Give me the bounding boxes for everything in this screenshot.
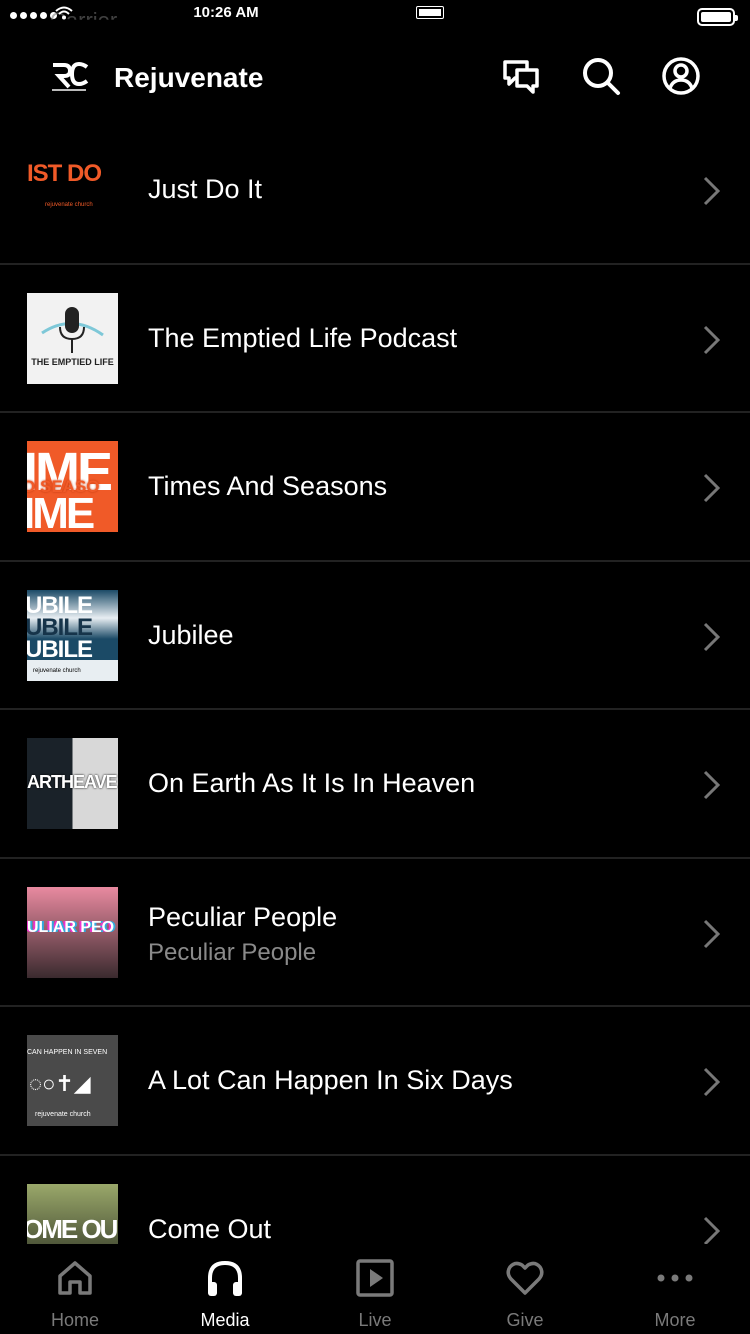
thumbnail-caption: rejuvenate church — [35, 1111, 91, 1118]
series-title: Just Do It — [148, 174, 263, 204]
series-thumbnail: CAN HAPPEN IN SEVEN ◌○✝◢ rejuvenate chur… — [27, 1035, 118, 1126]
thumbnail-text: IST DO — [27, 160, 102, 187]
app-title: Rejuvenate — [114, 62, 264, 93]
tab-home[interactable]: Home — [0, 1244, 150, 1334]
thumbnail-text: OME OU — [27, 1213, 118, 1244]
list-item[interactable]: OME OU Come Out — [0, 1156, 750, 1244]
series-subtitle: Peculiar People — [148, 938, 317, 966]
tab-more[interactable]: More — [600, 1244, 750, 1334]
list-item[interactable]: ULIAR PEO Peculiar People Peculiar Peopl… — [0, 859, 750, 1007]
play-icon — [356, 1259, 394, 1297]
series-title: Jubilee — [148, 619, 234, 650]
list-item[interactable]: ARTHEAVE On Earth As It Is In Heaven — [0, 710, 750, 859]
series-thumbnail: UBILE UBILE UBILE rejuvenate church — [27, 589, 118, 681]
battery-full-icon — [697, 8, 738, 26]
tab-label: Home — [50, 1310, 99, 1330]
series-thumbnail: THE EMPTIED LIFE — [27, 292, 118, 384]
tab-label: Media — [200, 1310, 250, 1330]
chevron-right-icon — [703, 770, 721, 800]
series-thumbnail: OME OU — [27, 1183, 118, 1244]
status-time: 10:26 AM — [193, 4, 259, 21]
chat-icon[interactable] — [501, 56, 541, 96]
app-header: Rejuvenate — [0, 36, 750, 120]
thumbnail-text: CAN HAPPEN IN SEVEN — [27, 1049, 108, 1056]
thumbnail-text: ARTHEAVE — [27, 772, 118, 792]
thumbnail-big-letters: UBILE — [27, 635, 93, 663]
tab-label: Live — [358, 1310, 392, 1330]
bottom-tab-bar: Home Media Live Give More — [0, 1244, 750, 1334]
chevron-right-icon — [703, 1216, 721, 1244]
list-item[interactable]: CAN HAPPEN IN SEVEN ◌○✝◢ rejuvenate chur… — [0, 1007, 750, 1156]
chevron-right-icon — [703, 325, 721, 354]
series-thumbnail: ARTHEAVE — [27, 738, 118, 829]
chevron-right-icon — [703, 1067, 721, 1097]
rejuvenate-logo[interactable] — [50, 61, 90, 93]
list-item[interactable]: IME D SEASO IME Times And Seasons — [0, 413, 750, 562]
series-title: Peculiar People — [148, 901, 338, 932]
series-thumbnail: IME D SEASO IME — [27, 441, 118, 532]
series-title: A Lot Can Happen In Six Days — [148, 1065, 513, 1095]
thumbnail-text: ULIAR PEO — [27, 918, 115, 936]
thumbnail-caption: rejuvenate church — [33, 667, 81, 674]
battery-icon — [416, 6, 444, 19]
headphones-icon — [208, 1260, 242, 1296]
thumbnail-symbols: ◌○✝◢ — [29, 1071, 91, 1096]
tab-give[interactable]: Give — [450, 1244, 600, 1334]
chevron-right-icon — [703, 919, 721, 948]
series-title: Come Out — [148, 1213, 272, 1244]
series-thumbnail: IST DO rejuvenate church — [27, 144, 118, 235]
chevron-right-icon — [703, 622, 721, 651]
tab-label: Give — [506, 1310, 544, 1330]
series-thumbnail: ULIAR PEO — [27, 886, 118, 978]
tab-live[interactable]: Live — [300, 1244, 450, 1334]
series-title: Times And Seasons — [148, 471, 388, 501]
tab-media[interactable]: Media — [150, 1244, 300, 1334]
list-item[interactable]: UBILE UBILE UBILE rejuvenate church Jubi… — [0, 562, 750, 710]
chevron-right-icon — [703, 176, 721, 206]
list-item[interactable]: IST DO rejuvenate church Just Do It — [0, 116, 750, 265]
tab-label: More — [654, 1310, 696, 1330]
search-icon[interactable] — [581, 56, 621, 96]
thumbnail-big-letters: IME — [27, 489, 95, 532]
series-title: The Emptied Life Podcast — [148, 322, 458, 353]
microphone-icon — [41, 306, 104, 353]
heart-icon — [506, 1261, 544, 1295]
media-series-list: IST DO rejuvenate church Just Do It THE … — [0, 116, 750, 1244]
home-icon — [58, 1261, 92, 1295]
more-icon — [657, 1274, 693, 1282]
series-title: On Earth As It Is In Heaven — [148, 768, 476, 798]
thumbnail-text: THE EMPTIED LIFE — [31, 356, 114, 367]
profile-icon[interactable] — [661, 56, 701, 96]
list-item[interactable]: THE EMPTIED LIFE The Emptied Life Podcas… — [0, 265, 750, 413]
thumbnail-caption: rejuvenate church — [45, 202, 93, 208]
chevron-right-icon — [703, 473, 721, 503]
status-bar: Carrier 10:26 AM — [0, 0, 750, 36]
